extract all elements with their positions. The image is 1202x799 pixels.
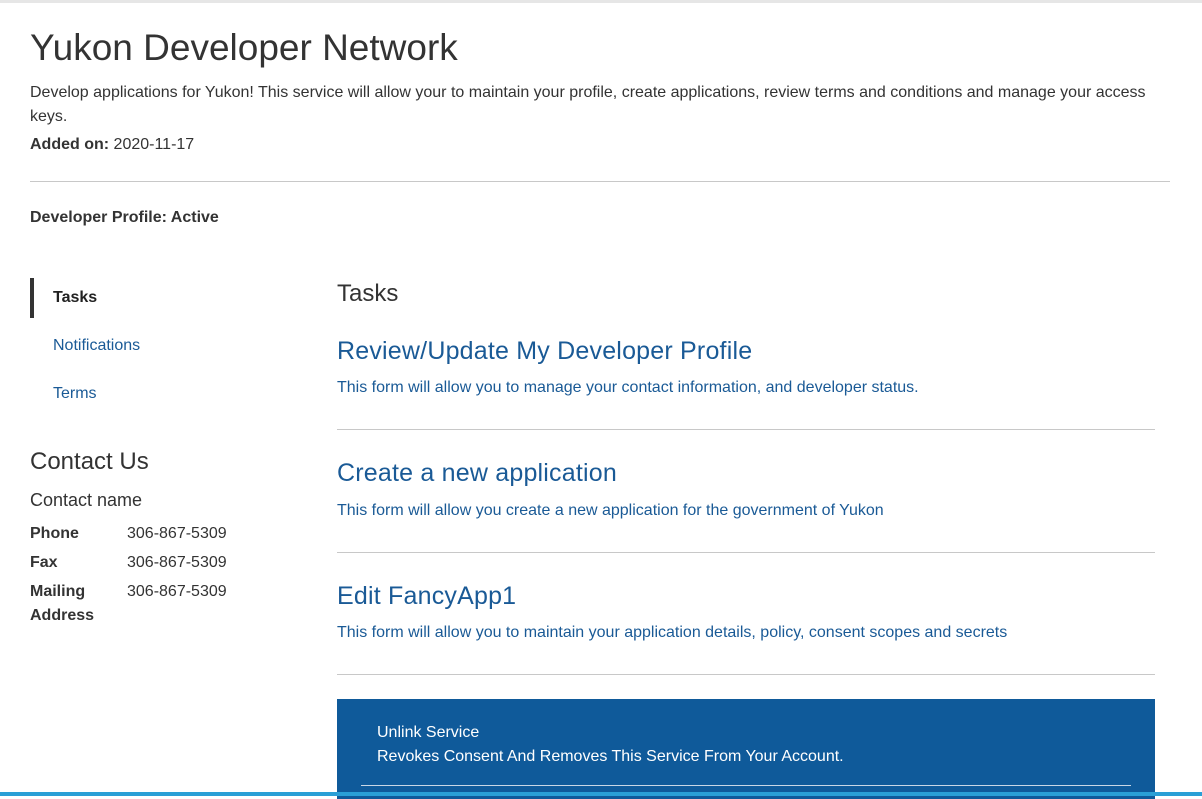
unlink-divider [361, 785, 1131, 786]
contact-value-mailing: 306-867-5309 [127, 583, 227, 600]
tasks-section: Tasks Review/Update My Developer Profile… [337, 280, 1155, 675]
added-on: Added on: 2020-11-17 [30, 135, 194, 155]
side-navigation: Tasks Notifications Terms [30, 278, 280, 422]
unlink-service-description: Revokes Consent And Removes This Service… [377, 748, 844, 765]
contact-row-phone: Phone 306-867-5309 [30, 522, 227, 551]
page-title: Yukon Developer Network [30, 27, 458, 68]
task-description: This form will allow you to manage your … [337, 379, 919, 396]
added-on-date: 2020-11-17 [113, 136, 195, 153]
top-border [0, 0, 1202, 3]
task-item: Review/Update My Developer Profile This … [337, 336, 1155, 430]
sidenav-item-tasks[interactable]: Tasks [30, 278, 280, 318]
service-description: Develop applications for Yukon! This ser… [30, 84, 1146, 125]
sidenav-item-notifications[interactable]: Notifications [30, 326, 280, 366]
unlink-service-panel[interactable]: Unlink Service Revokes Consent And Remov… [337, 699, 1155, 799]
added-on-label: Added on: [30, 136, 110, 153]
task-item: Edit FancyApp1 This form will allow you … [337, 581, 1155, 675]
task-item: Create a new application This form will … [337, 458, 1155, 553]
bottom-accent-bar [0, 792, 1202, 796]
task-description: This form will allow you create a new ap… [337, 502, 884, 519]
contact-row-mailing: Mailing Address 306-867-5309 [30, 580, 227, 628]
contact-value-phone: 306-867-5309 [127, 525, 227, 542]
contact-label-phone: Phone [30, 525, 79, 542]
header-divider [30, 181, 1170, 182]
contact-row-fax: Fax 306-867-5309 [30, 551, 227, 580]
contact-name: Contact name [30, 490, 143, 510]
contact-us-heading: Contact Us [30, 448, 149, 475]
contact-label-mailing: Mailing Address [30, 583, 95, 624]
tasks-heading: Tasks [337, 280, 399, 307]
contact-label-fax: Fax [30, 554, 58, 571]
task-link-edit-fancyapp1[interactable]: Edit FancyApp1 [337, 581, 1155, 611]
sidenav-item-terms[interactable]: Terms [30, 374, 280, 414]
task-description: This form will allow you to maintain you… [337, 624, 1008, 641]
task-link-review-profile[interactable]: Review/Update My Developer Profile [337, 336, 1155, 366]
developer-profile-status: Developer Profile: Active [30, 209, 219, 226]
contact-value-fax: 306-867-5309 [127, 554, 227, 571]
task-link-create-application[interactable]: Create a new application [337, 458, 1155, 488]
contact-details: Phone 306-867-5309 Fax 306-867-5309 Mail… [30, 522, 227, 628]
unlink-service-title[interactable]: Unlink Service [377, 723, 479, 743]
